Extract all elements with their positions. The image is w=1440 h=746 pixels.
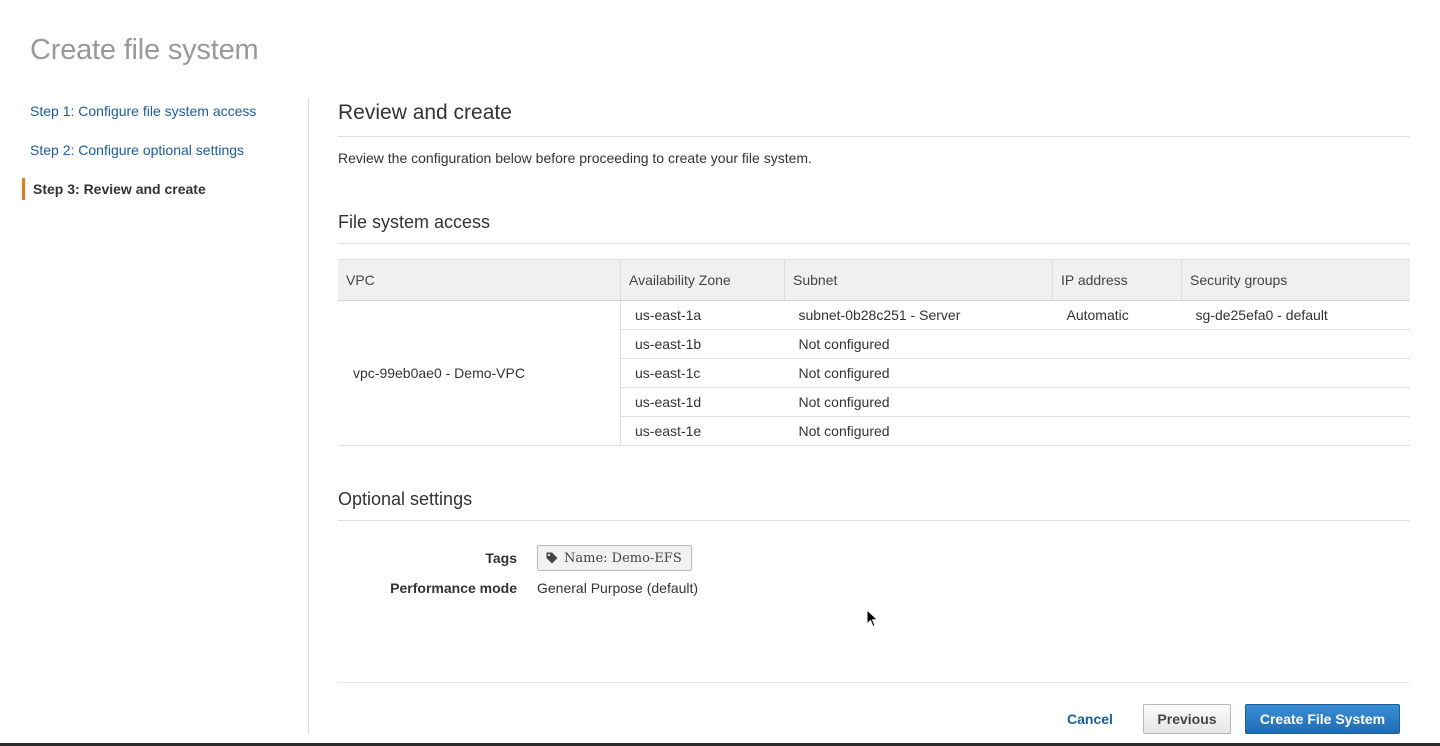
security-group-cell: [1181, 358, 1410, 388]
ip-cell: [1052, 329, 1182, 359]
az-cell: us-east-1b: [620, 329, 785, 359]
col-ip-address: IP address: [1052, 259, 1182, 301]
step-2-link[interactable]: Step 2: Configure optional settings: [30, 142, 244, 158]
security-group-cell: [1181, 387, 1410, 417]
tags-label: Tags: [485, 550, 517, 566]
page-title: Create file system: [30, 34, 259, 66]
col-vpc: VPC: [338, 259, 621, 301]
wizard-steps-sidebar: Step 1: Configure file system access Ste…: [22, 98, 309, 734]
optional-divider: [338, 520, 1410, 521]
security-group-cell: sg-de25efa0 - default: [1181, 300, 1410, 330]
ip-cell: [1052, 387, 1182, 417]
az-cell: us-east-1a: [620, 300, 785, 330]
step-1-link[interactable]: Step 1: Configure file system access: [30, 103, 256, 119]
cancel-button[interactable]: Cancel: [1060, 705, 1120, 733]
access-divider: [338, 243, 1410, 244]
col-availability-zone: Availability Zone: [620, 259, 785, 301]
col-security-groups: Security groups: [1181, 259, 1410, 301]
performance-mode-label: Performance mode: [390, 580, 517, 596]
ip-cell: [1052, 358, 1182, 388]
table-header-row: VPC Availability Zone Subnet IP address …: [338, 259, 1410, 301]
subnet-cell: Not configured: [784, 329, 1053, 359]
tag-value: Name: Demo-EFS: [564, 550, 682, 566]
subnet-cell: Not configured: [784, 416, 1053, 446]
ip-cell: [1052, 416, 1182, 446]
subnet-cell: subnet-0b28c251 - Server: [784, 300, 1053, 330]
optional-heading: Optional settings: [338, 489, 473, 509]
az-cell: us-east-1d: [620, 387, 785, 417]
security-group-cell: [1181, 329, 1410, 359]
mouse-pointer-icon: [866, 609, 879, 628]
subnet-cell: Not configured: [784, 358, 1053, 388]
access-heading: File system access: [338, 212, 491, 232]
tag-chip: Name: Demo-EFS: [537, 545, 692, 571]
security-group-cell: [1181, 416, 1410, 446]
previous-button[interactable]: Previous: [1143, 704, 1231, 734]
step-3-active: Step 3: Review and create: [22, 178, 206, 200]
mount-targets-table: VPC Availability Zone Subnet IP address …: [338, 259, 1410, 446]
subnet-cell: Not configured: [784, 387, 1053, 417]
ip-cell: Automatic: [1052, 300, 1182, 330]
review-heading: Review and create: [338, 101, 512, 124]
footer-divider: [338, 682, 1410, 683]
az-cell: us-east-1c: [620, 358, 785, 388]
vpc-cell: vpc-99eb0ae0 - Demo-VPC: [338, 300, 621, 446]
create-file-system-button[interactable]: Create File System: [1245, 704, 1400, 734]
az-cell: us-east-1e: [620, 416, 785, 446]
table-row: vpc-99eb0ae0 - Demo-VPC us-east-1a subne…: [338, 300, 1410, 446]
col-subnet: Subnet: [784, 259, 1053, 301]
review-description: Review the configuration below before pr…: [338, 150, 812, 166]
performance-mode-value: General Purpose (default): [537, 580, 699, 596]
heading-divider: [338, 136, 1410, 137]
tag-icon: [546, 552, 558, 564]
